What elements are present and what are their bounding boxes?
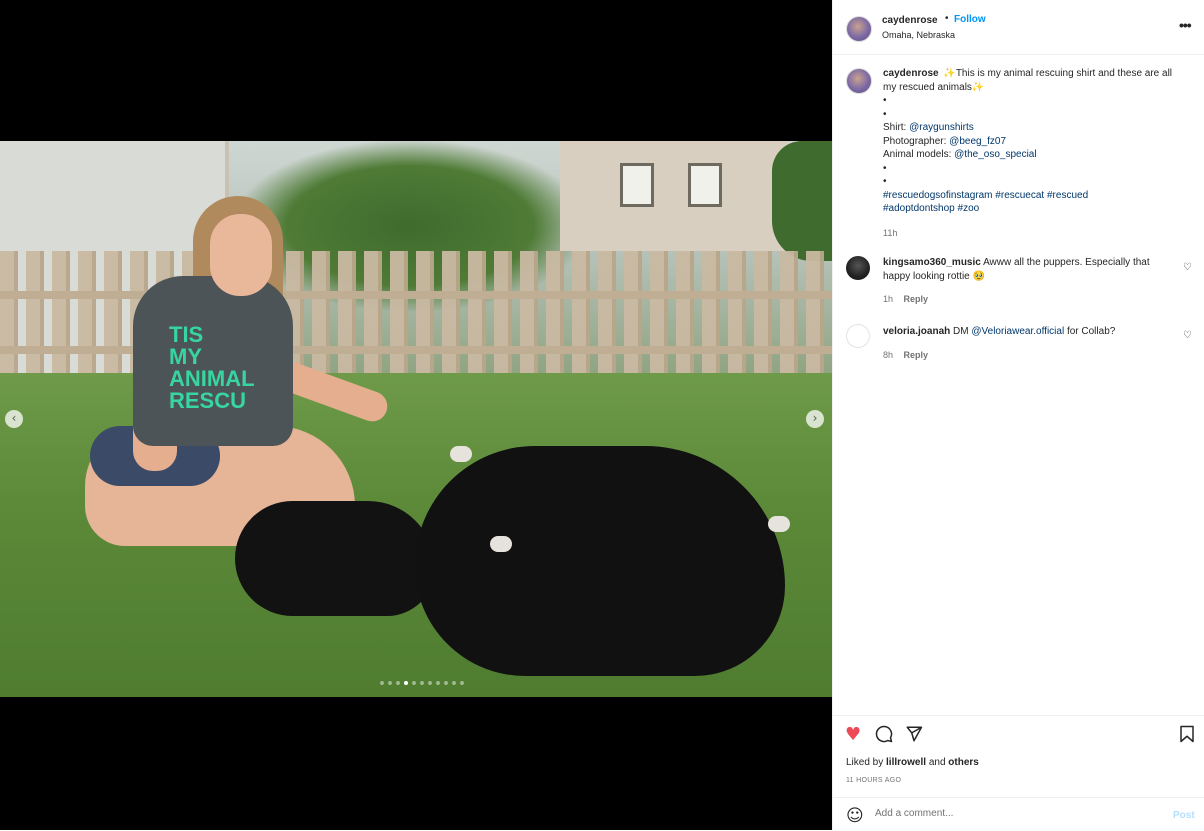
shirt-print: TIS MY ANIMAL RESCU (169, 322, 255, 413)
mention-link[interactable]: @beeg_fz07 (949, 136, 1006, 147)
comment-meta: 1h Reply (883, 294, 928, 304)
separator-dot: • (945, 13, 949, 24)
face (210, 214, 272, 296)
action-bar: ♥ Liked by lillrowell and others 11 HOUR… (833, 715, 1204, 798)
bullet: • (883, 162, 887, 174)
carousel-dot (444, 681, 448, 685)
carousel-indicator (380, 681, 464, 685)
liked-by-text: Liked by lillrowell and others (846, 757, 979, 768)
house-right (560, 141, 790, 251)
post-sidebar: caydenrose • Follow Omaha, Nebraska ••• … (832, 0, 1204, 830)
mention-link[interactable]: @raygunshirts (909, 122, 974, 133)
dog (235, 501, 435, 616)
share-icon[interactable] (905, 725, 923, 748)
bullet: • (883, 176, 887, 187)
add-comment-bar: ☺ Post (833, 797, 1204, 831)
hashtag-link[interactable]: #rescuedogsofinstagram (883, 190, 993, 201)
post-username[interactable]: caydenrose (882, 15, 938, 26)
comment-time: 1h (883, 294, 894, 304)
hashtag-link[interactable]: #adoptdontshop (883, 203, 955, 214)
hashtag-link[interactable]: #rescuecat (995, 190, 1044, 201)
carousel-prev-button[interactable]: ‹ (5, 410, 23, 428)
comment-prefix: DM (953, 326, 969, 337)
carousel-dot (388, 681, 392, 685)
caption-time: 11h (883, 227, 898, 238)
comment-time: 8h (883, 350, 894, 360)
comment-username[interactable]: veloria.joanah (883, 326, 950, 337)
carousel-dot (428, 681, 432, 685)
comment-suffix: for Collab? (1066, 326, 1116, 337)
post-comment-button[interactable]: Post (1173, 810, 1195, 821)
carousel-dot (404, 681, 408, 685)
mention-link[interactable]: @Veloriawear.official (971, 326, 1064, 337)
like-heart-icon[interactable]: ♥ (845, 724, 861, 745)
avatar[interactable] (846, 16, 872, 42)
bullet: • (883, 108, 887, 120)
tree (772, 141, 832, 261)
dog (415, 446, 785, 676)
hashtag-link[interactable]: #rescued (1047, 190, 1088, 201)
window (620, 163, 654, 207)
carousel-dot (420, 681, 424, 685)
bullet: • (883, 95, 887, 106)
models-label: Animal models: (883, 149, 952, 160)
liked-by-prefix: Liked by (846, 757, 884, 768)
liked-by-others[interactable]: others (948, 757, 979, 768)
sparkle-icon: ✨ (971, 81, 985, 93)
mention-link[interactable]: @the_oso_special (954, 149, 1036, 160)
hashtag-link[interactable]: #zoo (958, 203, 980, 214)
post-media: TIS MY ANIMAL RESCU ‹ › (0, 0, 832, 830)
window (688, 163, 722, 207)
emoji-icon[interactable]: ☺ (846, 806, 864, 826)
carousel-dot (436, 681, 440, 685)
comment-text: veloria.joanah DM @Veloriawear.official … (883, 325, 1173, 339)
reply-button[interactable]: Reply (904, 350, 929, 360)
comment-icon[interactable] (875, 725, 893, 748)
avatar[interactable] (846, 68, 872, 94)
paw (768, 516, 790, 532)
paw (450, 446, 472, 462)
carousel-dot (452, 681, 456, 685)
liked-by-user[interactable]: lillrowell (886, 757, 926, 768)
like-comment-icon[interactable]: ♡ (1183, 262, 1192, 273)
comment-text: kingsamo360_music Awww all the puppers. … (883, 256, 1173, 283)
post-timestamp: 11 HOURS AGO (846, 777, 902, 784)
post-location[interactable]: Omaha, Nebraska (882, 30, 955, 40)
photographer-label: Photographer: (883, 135, 947, 147)
carousel-dot (380, 681, 384, 685)
carousel-dot (460, 681, 464, 685)
paw (490, 536, 512, 552)
carousel-dot (412, 681, 416, 685)
reply-button[interactable]: Reply (904, 294, 929, 304)
follow-button[interactable]: Follow (954, 14, 986, 25)
avatar[interactable] (846, 324, 870, 348)
caption-text: caydenrose ✨This is my animal rescuing s… (883, 67, 1188, 240)
liked-by-and: and (928, 757, 946, 768)
caption-username[interactable]: caydenrose (883, 68, 939, 79)
comment-username[interactable]: kingsamo360_music (883, 257, 981, 268)
like-comment-icon[interactable]: ♡ (1183, 330, 1192, 341)
sparkle-icon: ✨ (943, 68, 956, 79)
shirt-label: Shirt: (883, 122, 907, 133)
carousel-dot (396, 681, 400, 685)
avatar[interactable] (846, 256, 870, 280)
post-header: caydenrose • Follow Omaha, Nebraska ••• (833, 0, 1204, 55)
bookmark-icon[interactable] (1179, 725, 1195, 748)
comment-meta: 8h Reply (883, 350, 928, 360)
post-photo[interactable]: TIS MY ANIMAL RESCU (0, 141, 832, 697)
more-options-icon[interactable]: ••• (1179, 17, 1192, 33)
carousel-next-button[interactable]: › (806, 410, 824, 428)
comment-input[interactable] (875, 808, 1155, 819)
